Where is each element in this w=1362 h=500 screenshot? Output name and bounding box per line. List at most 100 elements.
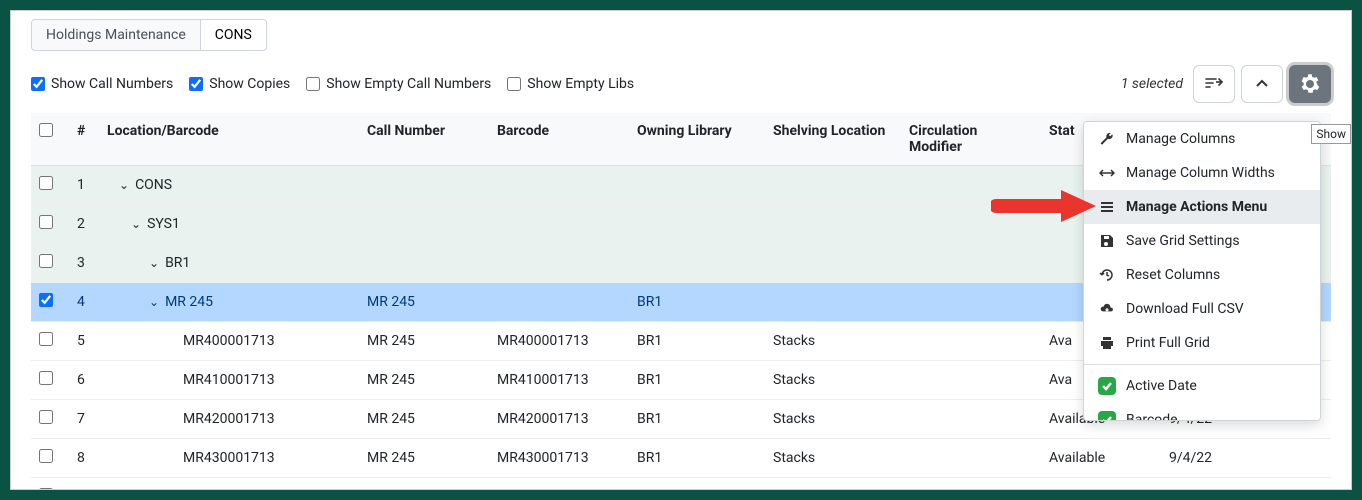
header-location[interactable]: Location/Barcode xyxy=(99,113,359,166)
row-location[interactable]: MR430001713 xyxy=(107,450,351,466)
toolbar-buttons xyxy=(1193,65,1331,103)
row-num: 2 xyxy=(69,205,99,244)
row-checkbox[interactable] xyxy=(39,176,53,190)
show-call-numbers-checkbox[interactable] xyxy=(31,77,45,91)
dropdown-column-toggle[interactable]: Barcode xyxy=(1084,403,1320,421)
header-num[interactable]: # xyxy=(69,113,99,166)
tab-holdings-maintenance[interactable]: Holdings Maintenance xyxy=(31,19,201,51)
row-location[interactable]: ⌄ MR 245 xyxy=(107,294,351,310)
row-barcode: MR420001713 xyxy=(489,400,629,439)
collapse-button[interactable] xyxy=(1241,65,1283,103)
dropdown-column-label: Active Date xyxy=(1126,378,1197,394)
row-call-number: MR 245 xyxy=(359,322,489,361)
row-owning xyxy=(629,166,765,205)
show-empty-call-numbers-checkbox[interactable] xyxy=(306,77,320,91)
row-shelving xyxy=(765,244,901,283)
row-location[interactable]: ⌄ SYS1 xyxy=(107,216,351,232)
row-barcode xyxy=(489,205,629,244)
row-location[interactable]: ⌄ CONS xyxy=(107,177,351,193)
row-barcode xyxy=(489,166,629,205)
dropdown-item[interactable]: Manage Columns xyxy=(1084,122,1320,156)
cloud-icon xyxy=(1098,300,1116,318)
row-checkbox[interactable] xyxy=(39,449,53,463)
dropdown-item[interactable]: Manage Actions Menu xyxy=(1084,190,1320,224)
dropdown-separator xyxy=(1084,364,1320,365)
header-owning-library[interactable]: Owning Library xyxy=(629,113,765,166)
header-circulation-modifier[interactable]: Circulation Modifier xyxy=(901,113,1041,166)
row-status: Available xyxy=(1041,478,1161,491)
chevron-up-icon xyxy=(1255,79,1269,89)
row-num: 9 xyxy=(69,478,99,491)
row-owning: BR1 xyxy=(629,361,765,400)
show-call-numbers-text: Show Call Numbers xyxy=(51,76,173,92)
dropdown-item-label: Manage Actions Menu xyxy=(1126,199,1267,215)
row-shelving: Stacks xyxy=(765,478,901,491)
select-all-checkbox[interactable] xyxy=(39,123,53,137)
history-icon xyxy=(1098,266,1116,284)
dropdown-item[interactable]: Manage Column Widths xyxy=(1084,156,1320,190)
row-checkbox[interactable] xyxy=(39,332,53,346)
row-circ xyxy=(901,361,1041,400)
dropdown-item-label: Save Grid Settings xyxy=(1126,233,1240,249)
row-checkbox[interactable] xyxy=(39,371,53,385)
header-barcode[interactable]: Barcode xyxy=(489,113,629,166)
table-row[interactable]: 8MR430001713MR 245MR430001713BR1StacksAv… xyxy=(31,439,1331,478)
row-shelving: Stacks xyxy=(765,400,901,439)
gear-icon xyxy=(1300,74,1320,94)
widths-icon xyxy=(1098,164,1116,182)
header-call-number[interactable]: Call Number xyxy=(359,113,489,166)
row-checkbox[interactable] xyxy=(39,215,53,229)
show-copies-checkbox[interactable] xyxy=(189,77,203,91)
row-owning: BR1 xyxy=(629,400,765,439)
checkbox-group: Show Call Numbers Show Copies Show Empty… xyxy=(31,76,634,92)
row-date: 9/4/22 xyxy=(1161,439,1331,478)
row-checkbox[interactable] xyxy=(39,254,53,268)
row-shelving xyxy=(765,205,901,244)
chevron-down-icon[interactable]: ⌄ xyxy=(149,256,159,270)
dropdown-item-label: Manage Column Widths xyxy=(1126,165,1275,181)
show-call-numbers-label[interactable]: Show Call Numbers xyxy=(31,76,173,92)
row-location[interactable]: MR440001713 xyxy=(107,489,351,490)
chevron-down-icon[interactable]: ⌄ xyxy=(149,295,159,309)
dropdown-column-toggle[interactable]: Active Date xyxy=(1084,369,1320,403)
row-date: 9/4/22 xyxy=(1161,478,1331,491)
table-row[interactable]: 9MR440001713MR 245MR440001713BR1StacksAv… xyxy=(31,478,1331,491)
show-empty-libs-label[interactable]: Show Empty Libs xyxy=(507,76,634,92)
chevron-down-icon[interactable]: ⌄ xyxy=(119,178,129,192)
row-owning xyxy=(629,205,765,244)
sort-button[interactable] xyxy=(1193,65,1235,103)
row-barcode xyxy=(489,283,629,322)
row-location[interactable]: MR420001713 xyxy=(107,411,351,427)
dropdown-item[interactable]: Save Grid Settings xyxy=(1084,224,1320,258)
row-checkbox[interactable] xyxy=(39,488,53,490)
row-circ xyxy=(901,166,1041,205)
row-location[interactable]: MR410001713 xyxy=(107,372,351,388)
show-empty-call-numbers-label[interactable]: Show Empty Call Numbers xyxy=(306,76,491,92)
show-copies-text: Show Copies xyxy=(209,76,290,92)
dropdown-item[interactable]: Reset Columns xyxy=(1084,258,1320,292)
row-checkbox[interactable] xyxy=(39,410,53,424)
settings-button[interactable] xyxy=(1289,65,1331,103)
show-empty-libs-text: Show Empty Libs xyxy=(527,76,634,92)
row-call-number: MR 245 xyxy=(359,478,489,491)
row-shelving xyxy=(765,283,901,322)
row-checkbox[interactable] xyxy=(39,293,53,307)
dropdown-item[interactable]: Print Full Grid xyxy=(1084,326,1320,360)
row-circ xyxy=(901,283,1041,322)
row-owning: BR1 xyxy=(629,439,765,478)
row-circ xyxy=(901,205,1041,244)
row-circ xyxy=(901,244,1041,283)
row-location[interactable]: MR400001713 xyxy=(107,333,351,349)
sort-icon xyxy=(1204,76,1224,92)
row-num: 8 xyxy=(69,439,99,478)
tab-cons[interactable]: CONS xyxy=(201,19,267,51)
dropdown-item[interactable]: Download Full CSV xyxy=(1084,292,1320,326)
dropdown-column-label: Barcode xyxy=(1126,412,1178,421)
row-location[interactable]: ⌄ BR1 xyxy=(107,255,351,271)
dropdown-item-label: Reset Columns xyxy=(1126,267,1220,283)
chevron-down-icon[interactable]: ⌄ xyxy=(131,217,141,231)
show-empty-libs-checkbox[interactable] xyxy=(507,77,521,91)
show-copies-label[interactable]: Show Copies xyxy=(189,76,290,92)
row-call-number xyxy=(359,205,489,244)
header-shelving-location[interactable]: Shelving Location xyxy=(765,113,901,166)
